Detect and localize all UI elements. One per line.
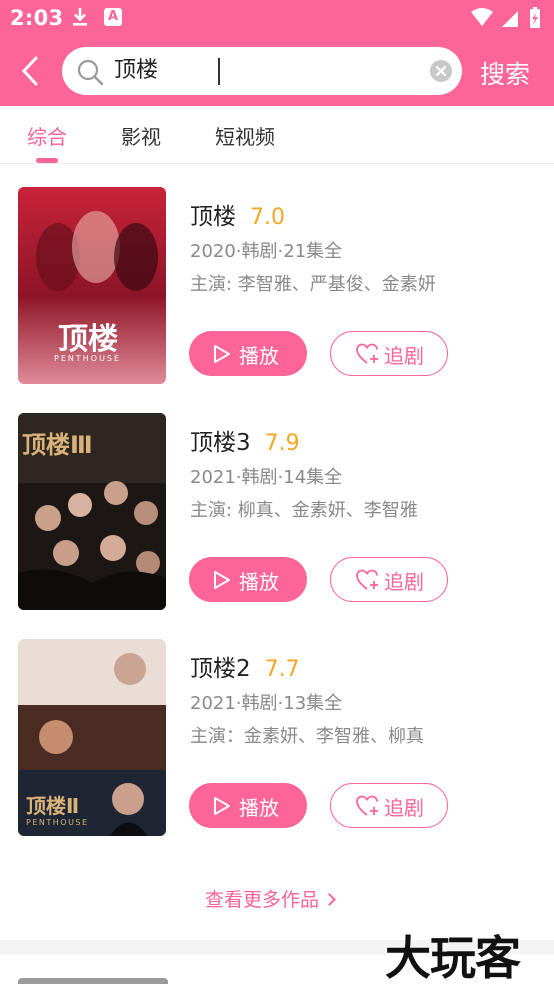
status-time: 2:03 xyxy=(10,6,64,30)
result-meta: 2020·韩剧·21集全 xyxy=(190,241,343,262)
top-bar: 2:03 A 顶楼 搜索 xyxy=(0,0,554,106)
poster-subtitle: PENTHOUSE xyxy=(54,354,121,363)
chevron-right-icon xyxy=(323,893,336,906)
download-icon xyxy=(73,8,87,26)
play-button[interactable]: 播放 xyxy=(189,331,307,376)
result-cast: 主演：金素妍、李智雅、柳真 xyxy=(190,726,424,747)
poster-title: 顶楼 xyxy=(58,322,118,357)
clear-icon[interactable] xyxy=(430,60,452,82)
tab-comprehensive[interactable]: 综合 xyxy=(27,121,67,150)
follow-button-label: 追剧 xyxy=(384,344,424,368)
result-meta: 2021·韩剧·14集全 xyxy=(190,467,343,488)
result-title-row: 顶楼3 7.9 xyxy=(190,423,300,457)
view-more-link[interactable]: 查看更多作品 xyxy=(205,885,336,912)
result-item[interactable]: 顶楼 PENTHOUSE 顶楼 7.0 2020·韩剧·21集全 主演: 李智雅、… xyxy=(0,187,554,387)
play-button-label: 播放 xyxy=(239,796,279,820)
search-query-text: 顶楼 xyxy=(114,58,159,83)
poster-title: 顶楼Ⅲ xyxy=(22,431,93,459)
tab-film-tv[interactable]: 影视 xyxy=(121,121,161,150)
play-icon xyxy=(214,345,230,363)
search-input[interactable]: 顶楼 xyxy=(62,47,462,95)
back-arrow-icon[interactable] xyxy=(16,56,46,86)
play-icon xyxy=(214,797,230,815)
signal-battery-icons xyxy=(471,7,540,28)
result-title: 顶楼3 xyxy=(190,430,251,456)
a-notification-icon: A xyxy=(104,8,122,26)
rating-score: 7.0 xyxy=(250,205,285,230)
watermark-logo: 大玩客 xyxy=(385,931,521,984)
result-cast: 主演: 李智雅、严基俊、金素妍 xyxy=(190,274,436,295)
view-more-label: 查看更多作品 xyxy=(205,889,320,911)
result-title-row: 顶楼 7.0 xyxy=(190,197,285,231)
heart-plus-icon xyxy=(356,795,378,816)
heart-plus-icon xyxy=(356,343,378,364)
follow-button-label: 追剧 xyxy=(384,796,424,820)
result-meta: 2021·韩剧·13集全 xyxy=(190,693,343,714)
poster-image[interactable]: 顶楼Ⅱ PENTHOUSE xyxy=(18,639,166,836)
play-button-label: 播放 xyxy=(239,344,279,368)
follow-button[interactable]: 追剧 xyxy=(330,331,448,376)
follow-button-label: 追剧 xyxy=(384,570,424,594)
search-button[interactable]: 搜索 xyxy=(480,55,530,91)
follow-button[interactable]: 追剧 xyxy=(330,557,448,602)
poster-image[interactable]: 顶楼Ⅲ xyxy=(18,413,166,610)
poster-title: 顶楼Ⅱ xyxy=(26,794,79,818)
text-caret xyxy=(218,58,220,85)
tab-bar: 综合 影视 短视频 xyxy=(0,106,554,164)
tab-short-video[interactable]: 短视频 xyxy=(215,121,275,150)
result-item[interactable]: 顶楼Ⅲ 顶楼3 7.9 2021·韩剧·14集全 主演: 柳真、金素妍、李智雅 播… xyxy=(0,413,554,613)
rating-score: 7.7 xyxy=(264,657,300,682)
play-button[interactable]: 播放 xyxy=(189,783,307,828)
result-title: 顶楼2 xyxy=(190,656,251,682)
result-title: 顶楼 xyxy=(190,204,236,230)
next-item-peek xyxy=(18,978,168,984)
status-bar: 2:03 A xyxy=(0,0,554,36)
result-cast: 主演: 柳真、金素妍、李智雅 xyxy=(190,500,418,521)
play-button-label: 播放 xyxy=(239,570,279,594)
play-button[interactable]: 播放 xyxy=(189,557,307,602)
poster-image[interactable]: 顶楼 PENTHOUSE xyxy=(18,187,166,384)
poster-subtitle: PENTHOUSE xyxy=(26,818,89,827)
rating-score: 7.9 xyxy=(264,431,300,456)
follow-button[interactable]: 追剧 xyxy=(330,783,448,828)
tab-indicator xyxy=(36,158,58,163)
result-item[interactable]: 顶楼Ⅱ PENTHOUSE 顶楼2 7.7 2021·韩剧·13集全 主演：金素妍… xyxy=(0,639,554,839)
play-icon xyxy=(214,571,230,589)
result-title-row: 顶楼2 7.7 xyxy=(190,649,300,683)
search-icon xyxy=(77,59,104,86)
heart-plus-icon xyxy=(356,569,378,590)
